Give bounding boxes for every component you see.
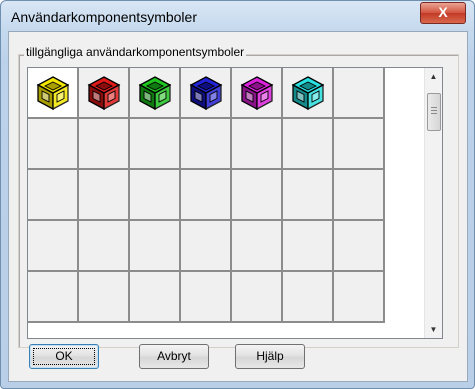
symbol-grid-container[interactable]: ▲ ▼ [27, 67, 443, 339]
symbol-cell[interactable] [79, 119, 130, 170]
symbol-cell[interactable] [283, 272, 334, 323]
scroll-up-arrow-icon[interactable]: ▲ [425, 68, 442, 85]
symbol-cell[interactable] [130, 119, 181, 170]
symbol-cell[interactable] [130, 221, 181, 272]
focus-rectangle [33, 348, 95, 365]
symbol-cell[interactable] [130, 272, 181, 323]
symbol-cell[interactable] [79, 221, 130, 272]
symbol-cell[interactable] [28, 68, 79, 119]
component-cube-magenta-icon [240, 75, 273, 110]
symbol-cell[interactable] [334, 170, 385, 221]
symbol-cell[interactable] [232, 221, 283, 272]
symbol-cell[interactable] [181, 221, 232, 272]
symbol-cell[interactable] [232, 119, 283, 170]
symbol-cell[interactable] [130, 170, 181, 221]
symbol-cell[interactable] [130, 68, 181, 119]
scroll-thumb[interactable] [427, 93, 441, 131]
symbol-grid[interactable] [28, 68, 385, 323]
symbol-cell[interactable] [334, 272, 385, 323]
symbol-cell[interactable] [232, 272, 283, 323]
component-cube-cyan-icon [291, 75, 324, 110]
close-icon: X [438, 4, 448, 20]
symbol-cell[interactable] [232, 68, 283, 119]
component-cube-green-icon [138, 75, 171, 110]
ok-button[interactable]: OK [29, 344, 99, 369]
dialog-client-area: tillgängliga användarkomponentsymboler ▲… [8, 31, 468, 382]
symbol-cell[interactable] [28, 272, 79, 323]
symbol-cell[interactable] [28, 221, 79, 272]
window-title: Användarkomponentsymboler [11, 9, 197, 25]
title-bar: Användarkomponentsymboler X [1, 1, 474, 31]
symbol-cell[interactable] [334, 68, 385, 119]
symbol-cell[interactable] [79, 170, 130, 221]
symbol-cell[interactable] [334, 221, 385, 272]
help-button[interactable]: Hjälp [235, 344, 305, 369]
symbol-cell[interactable] [181, 170, 232, 221]
symbol-cell[interactable] [181, 119, 232, 170]
symbol-cell[interactable] [283, 170, 334, 221]
symbol-cell[interactable] [283, 221, 334, 272]
symbol-cell[interactable] [28, 170, 79, 221]
component-cube-red-icon [87, 75, 120, 110]
cancel-button[interactable]: Avbryt [139, 344, 209, 369]
scroll-down-arrow-icon[interactable]: ▼ [425, 321, 442, 338]
symbol-cell[interactable] [283, 119, 334, 170]
vertical-scrollbar[interactable]: ▲ ▼ [424, 68, 442, 338]
groupbox-label: tillgängliga användarkomponentsymboler [24, 45, 247, 59]
symbol-cell[interactable] [232, 170, 283, 221]
symbol-cell[interactable] [283, 68, 334, 119]
close-button[interactable]: X [420, 2, 466, 24]
symbol-cell[interactable] [79, 272, 130, 323]
help-button-label: Hjälp [256, 349, 284, 363]
symbol-cell[interactable] [334, 119, 385, 170]
component-cube-blue-icon [189, 75, 222, 110]
dialog-window: Användarkomponentsymboler X tillgängliga… [0, 0, 475, 389]
cancel-button-label: Avbryt [157, 349, 191, 363]
symbol-cell[interactable] [181, 272, 232, 323]
symbol-cell[interactable] [181, 68, 232, 119]
component-cube-yellow-icon [36, 75, 69, 110]
symbol-cell[interactable] [28, 119, 79, 170]
symbol-cell[interactable] [79, 68, 130, 119]
